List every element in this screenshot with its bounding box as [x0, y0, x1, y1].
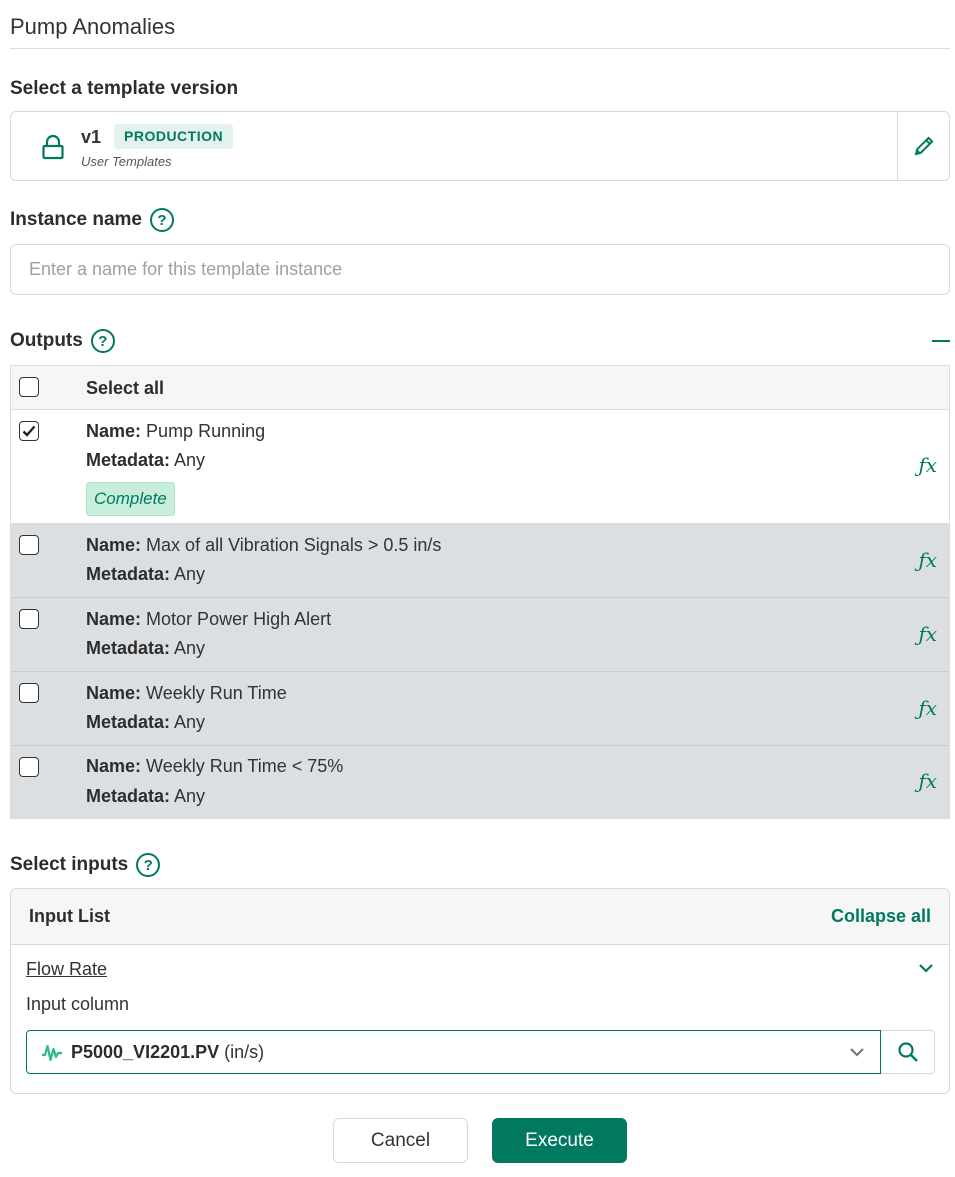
output-name: Weekly Run Time — [146, 683, 287, 703]
output-checkbox[interactable] — [19, 421, 39, 441]
select-all-checkbox[interactable] — [19, 377, 39, 397]
name-key: Name: — [86, 535, 142, 555]
output-checkbox[interactable] — [19, 683, 39, 703]
chevron-down-icon — [850, 1048, 864, 1057]
pencil-icon — [914, 136, 934, 156]
collapse-outputs-button[interactable] — [932, 340, 950, 342]
input-column-select[interactable]: P5000_VI2201.PV (in/s) — [26, 1030, 881, 1074]
metadata-key: Metadata: — [86, 712, 171, 732]
output-name: Max of all Vibration Signals > 0.5 in/s — [146, 535, 442, 555]
input-column-label: Input column — [26, 994, 130, 1014]
input-list-header: Input List Collapse all — [11, 889, 949, 945]
name-key: Name: — [86, 609, 142, 629]
execute-button[interactable]: Execute — [492, 1118, 627, 1163]
output-metadata: Any — [174, 638, 206, 658]
input-list-panel: Input List Collapse all Flow Rate Input … — [10, 888, 950, 1094]
outputs-label: Outputs ? — [10, 329, 115, 353]
cancel-button[interactable]: Cancel — [333, 1118, 468, 1163]
title-divider — [10, 48, 950, 49]
metadata-key: Metadata: — [86, 450, 171, 470]
template-version-label: Select a template version — [10, 78, 239, 99]
metadata-key: Metadata: — [86, 786, 171, 806]
output-metadata: Any — [174, 786, 206, 806]
metadata-key: Metadata: — [86, 564, 171, 584]
name-key: Name: — [86, 756, 142, 776]
formula-icon[interactable]: ƒx — [918, 622, 937, 646]
output-checkbox[interactable] — [19, 757, 39, 777]
output-row[interactable]: Name: Pump Running Metadata: Any Complet… — [11, 410, 949, 524]
output-checkbox[interactable] — [19, 535, 39, 555]
checkmark-icon — [22, 425, 36, 437]
formula-icon[interactable]: ƒx — [918, 453, 937, 477]
help-icon[interactable]: ? — [136, 853, 161, 877]
output-name: Weekly Run Time < 75% — [146, 756, 344, 776]
lock-icon — [42, 134, 64, 160]
formula-icon[interactable]: ƒx — [918, 769, 937, 793]
select-inputs-label: Select inputs ? — [10, 853, 161, 877]
signal-name: P5000_VI2201.PV (in/s) — [71, 1042, 265, 1062]
help-icon[interactable]: ? — [90, 329, 115, 353]
version-source: User Templates — [81, 154, 172, 169]
collapse-all-button[interactable]: Collapse all — [831, 906, 931, 927]
outputs-table: Select all Name: Pump Running Metadata: … — [10, 365, 950, 819]
input-list-title: Input List — [29, 906, 110, 926]
edit-template-button[interactable] — [898, 112, 950, 180]
output-name: Pump Running — [146, 421, 266, 441]
instance-name-label: Instance name ? — [10, 208, 174, 232]
instance-name-input[interactable] — [10, 244, 950, 295]
version-name: v1 — [81, 127, 102, 147]
output-row[interactable]: Name: Weekly Run Time < 75% Metadata: An… — [11, 746, 949, 818]
name-key: Name: — [86, 421, 142, 441]
search-signal-button[interactable] — [881, 1030, 935, 1074]
signal-wave-icon — [42, 1044, 62, 1062]
outputs-header-row: Select all — [11, 366, 949, 410]
output-row[interactable]: Name: Max of all Vibration Signals > 0.5… — [11, 524, 949, 598]
output-row[interactable]: Name: Weekly Run Time Metadata: Any ƒx — [11, 672, 949, 746]
help-icon[interactable]: ? — [150, 208, 174, 232]
output-name: Motor Power High Alert — [146, 609, 332, 629]
input-item-flow-rate[interactable]: Flow Rate — [26, 959, 107, 980]
output-metadata: Any — [174, 450, 206, 470]
name-key: Name: — [86, 683, 142, 703]
production-badge: PRODUCTION — [114, 124, 234, 149]
output-metadata: Any — [174, 564, 206, 584]
signal-unit: (in/s) — [224, 1042, 265, 1062]
formula-icon[interactable]: ƒx — [918, 548, 937, 572]
output-metadata: Any — [174, 712, 206, 732]
select-all-label: Select all — [86, 378, 165, 398]
metadata-key: Metadata: — [86, 638, 171, 658]
page-title: Pump Anomalies — [10, 14, 176, 39]
template-version-selector[interactable]: v1 PRODUCTION User Templates — [10, 111, 950, 181]
output-checkbox[interactable] — [19, 609, 39, 629]
complete-status-badge: Complete — [86, 482, 175, 516]
search-icon — [897, 1042, 918, 1062]
formula-icon[interactable]: ƒx — [918, 696, 937, 720]
output-row[interactable]: Name: Motor Power High Alert Metadata: A… — [11, 598, 949, 672]
chevron-down-icon[interactable] — [917, 959, 935, 977]
